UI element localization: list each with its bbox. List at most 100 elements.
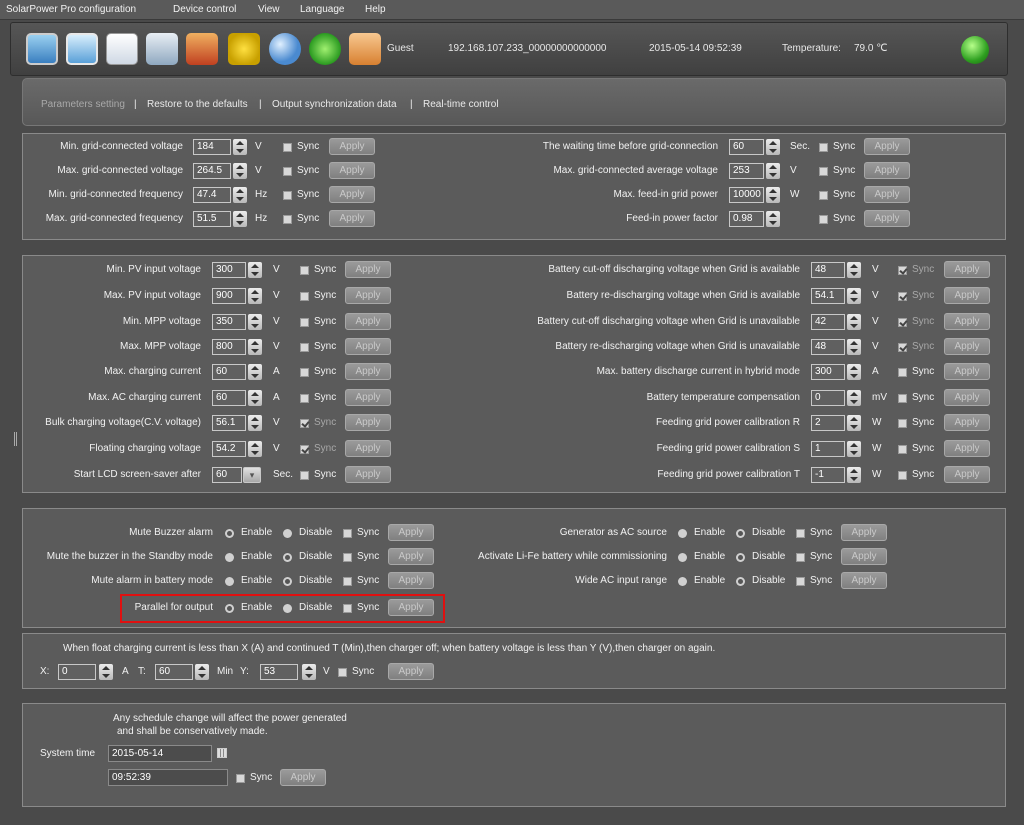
pv-left-4-apply-button[interactable]: Apply bbox=[345, 363, 391, 380]
toggle-left-0-disable-radio[interactable] bbox=[283, 529, 292, 538]
pv-right-6-input[interactable]: 2 bbox=[811, 415, 845, 431]
document-icon[interactable] bbox=[106, 33, 138, 65]
pv-right-6-apply-button[interactable]: Apply bbox=[944, 414, 990, 431]
pv-left-0-apply-button[interactable]: Apply bbox=[345, 261, 391, 278]
pv-left-2-input[interactable]: 350 bbox=[212, 314, 246, 330]
pv-left-6-spinner-icon[interactable] bbox=[248, 415, 262, 431]
pv-right-2-spinner-icon[interactable] bbox=[847, 314, 861, 330]
y-spinner-icon[interactable] bbox=[302, 664, 316, 680]
pv-right-6-sync-checkbox[interactable] bbox=[898, 419, 907, 428]
menu-language[interactable]: Language bbox=[300, 4, 345, 15]
grid-right-3-input[interactable]: 0.98 bbox=[729, 211, 764, 227]
tab-parameters-setting[interactable]: Parameters setting bbox=[41, 99, 125, 110]
pv-right-1-sync-checkbox[interactable] bbox=[898, 292, 907, 301]
pv-left-4-spinner-icon[interactable] bbox=[248, 364, 262, 380]
t-spinner-icon[interactable] bbox=[195, 664, 209, 680]
users-icon[interactable] bbox=[349, 33, 381, 65]
grid-right-3-sync-checkbox[interactable] bbox=[819, 215, 828, 224]
grid-right-3-spinner-icon[interactable] bbox=[766, 211, 780, 227]
pv-right-4-input[interactable]: 300 bbox=[811, 364, 845, 380]
toggle-right-0-apply-button[interactable]: Apply bbox=[841, 524, 887, 541]
pv-right-0-apply-button[interactable]: Apply bbox=[944, 261, 990, 278]
time-input[interactable]: 09:52:39 bbox=[108, 769, 228, 786]
toggle-right-1-apply-button[interactable]: Apply bbox=[841, 548, 887, 565]
pv-left-5-sync-checkbox[interactable] bbox=[300, 394, 309, 403]
grid-left-2-apply-button[interactable]: Apply bbox=[329, 186, 375, 203]
pv-left-7-sync-checkbox[interactable] bbox=[300, 445, 309, 454]
grid-left-3-input[interactable]: 51.5 bbox=[193, 211, 231, 227]
pv-right-1-input[interactable]: 54.1 bbox=[811, 288, 845, 304]
grid-right-1-sync-checkbox[interactable] bbox=[819, 167, 828, 176]
toggle-right-2-sync-checkbox[interactable] bbox=[796, 577, 805, 586]
grid-left-1-apply-button[interactable]: Apply bbox=[329, 162, 375, 179]
pv-left-7-input[interactable]: 54.2 bbox=[212, 441, 246, 457]
pv-left-3-spinner-icon[interactable] bbox=[248, 339, 262, 355]
pv-right-5-apply-button[interactable]: Apply bbox=[944, 389, 990, 406]
grid-right-3-apply-button[interactable]: Apply bbox=[864, 210, 910, 227]
pv-left-1-spinner-icon[interactable] bbox=[248, 288, 262, 304]
pv-right-8-sync-checkbox[interactable] bbox=[898, 471, 907, 480]
pv-right-2-apply-button[interactable]: Apply bbox=[944, 313, 990, 330]
computer-icon[interactable] bbox=[26, 33, 58, 65]
toggle-right-0-disable-radio[interactable] bbox=[736, 529, 745, 538]
pv-left-5-apply-button[interactable]: Apply bbox=[345, 389, 391, 406]
menu-device-control[interactable]: Device control bbox=[173, 4, 236, 15]
charger-sync-checkbox[interactable] bbox=[338, 668, 347, 677]
toggle-right-0-enable-radio[interactable] bbox=[678, 529, 687, 538]
grid-left-1-input[interactable]: 264.5 bbox=[193, 163, 231, 179]
grid-left-1-sync-checkbox[interactable] bbox=[283, 167, 292, 176]
schedule-apply-button[interactable]: Apply bbox=[280, 769, 326, 786]
grid-right-2-input[interactable]: 10000 bbox=[729, 187, 764, 203]
pv-left-2-sync-checkbox[interactable] bbox=[300, 318, 309, 327]
grid-left-3-apply-button[interactable]: Apply bbox=[329, 210, 375, 227]
toggle-right-2-apply-button[interactable]: Apply bbox=[841, 572, 887, 589]
chevron-down-icon[interactable]: ▾ bbox=[243, 467, 261, 483]
pv-left-7-spinner-icon[interactable] bbox=[248, 441, 262, 457]
grid-left-2-input[interactable]: 47.4 bbox=[193, 187, 231, 203]
pv-right-3-sync-checkbox[interactable] bbox=[898, 343, 907, 352]
screensaver-sync-checkbox[interactable] bbox=[300, 471, 309, 480]
grid-left-0-input[interactable]: 184 bbox=[193, 139, 231, 155]
grid-left-0-sync-checkbox[interactable] bbox=[283, 143, 292, 152]
pv-right-7-apply-button[interactable]: Apply bbox=[944, 440, 990, 457]
grid-right-0-sync-checkbox[interactable] bbox=[819, 143, 828, 152]
pv-right-5-spinner-icon[interactable] bbox=[847, 390, 861, 406]
pv-right-3-apply-button[interactable]: Apply bbox=[944, 338, 990, 355]
menu-view[interactable]: View bbox=[258, 4, 280, 15]
charger-apply-button[interactable]: Apply bbox=[388, 663, 434, 680]
grid-right-0-input[interactable]: 60 bbox=[729, 139, 764, 155]
pv-left-4-sync-checkbox[interactable] bbox=[300, 368, 309, 377]
pv-left-1-input[interactable]: 900 bbox=[212, 288, 246, 304]
pv-left-0-input[interactable]: 300 bbox=[212, 262, 246, 278]
menu-config[interactable]: SolarPower Pro configuration bbox=[6, 4, 136, 15]
pv-left-3-input[interactable]: 800 bbox=[212, 339, 246, 355]
screensaver-apply-button[interactable]: Apply bbox=[345, 466, 391, 483]
pv-right-5-input[interactable]: 0 bbox=[811, 390, 845, 406]
pv-right-7-input[interactable]: 1 bbox=[811, 441, 845, 457]
schedule-sync-checkbox[interactable] bbox=[236, 774, 245, 783]
grid-left-0-spinner-icon[interactable] bbox=[233, 139, 247, 155]
grid-right-1-apply-button[interactable]: Apply bbox=[864, 162, 910, 179]
pv-left-2-spinner-icon[interactable] bbox=[248, 314, 262, 330]
pv-left-3-apply-button[interactable]: Apply bbox=[345, 338, 391, 355]
pv-left-0-sync-checkbox[interactable] bbox=[300, 266, 309, 275]
y-input[interactable]: 53 bbox=[260, 664, 298, 680]
pv-left-6-apply-button[interactable]: Apply bbox=[345, 414, 391, 431]
pv-right-8-input[interactable]: -1 bbox=[811, 467, 845, 483]
pv-left-1-apply-button[interactable]: Apply bbox=[345, 287, 391, 304]
toggle-left-1-sync-checkbox[interactable] bbox=[343, 553, 352, 562]
pv-right-8-apply-button[interactable]: Apply bbox=[944, 466, 990, 483]
pv-left-6-sync-checkbox[interactable] bbox=[300, 419, 309, 428]
pv-right-6-spinner-icon[interactable] bbox=[847, 415, 861, 431]
pv-right-7-sync-checkbox[interactable] bbox=[898, 445, 907, 454]
pv-right-3-spinner-icon[interactable] bbox=[847, 339, 861, 355]
pv-left-5-spinner-icon[interactable] bbox=[248, 390, 262, 406]
pv-right-7-spinner-icon[interactable] bbox=[847, 441, 861, 457]
toggle-left-2-enable-radio[interactable] bbox=[225, 577, 234, 586]
hazard-icon[interactable] bbox=[228, 33, 260, 65]
toggle-left-0-enable-radio[interactable] bbox=[225, 529, 234, 538]
pv-right-1-apply-button[interactable]: Apply bbox=[944, 287, 990, 304]
grid-right-2-apply-button[interactable]: Apply bbox=[864, 186, 910, 203]
pv-left-0-spinner-icon[interactable] bbox=[248, 262, 262, 278]
toggle-left-1-disable-radio[interactable] bbox=[283, 553, 292, 562]
